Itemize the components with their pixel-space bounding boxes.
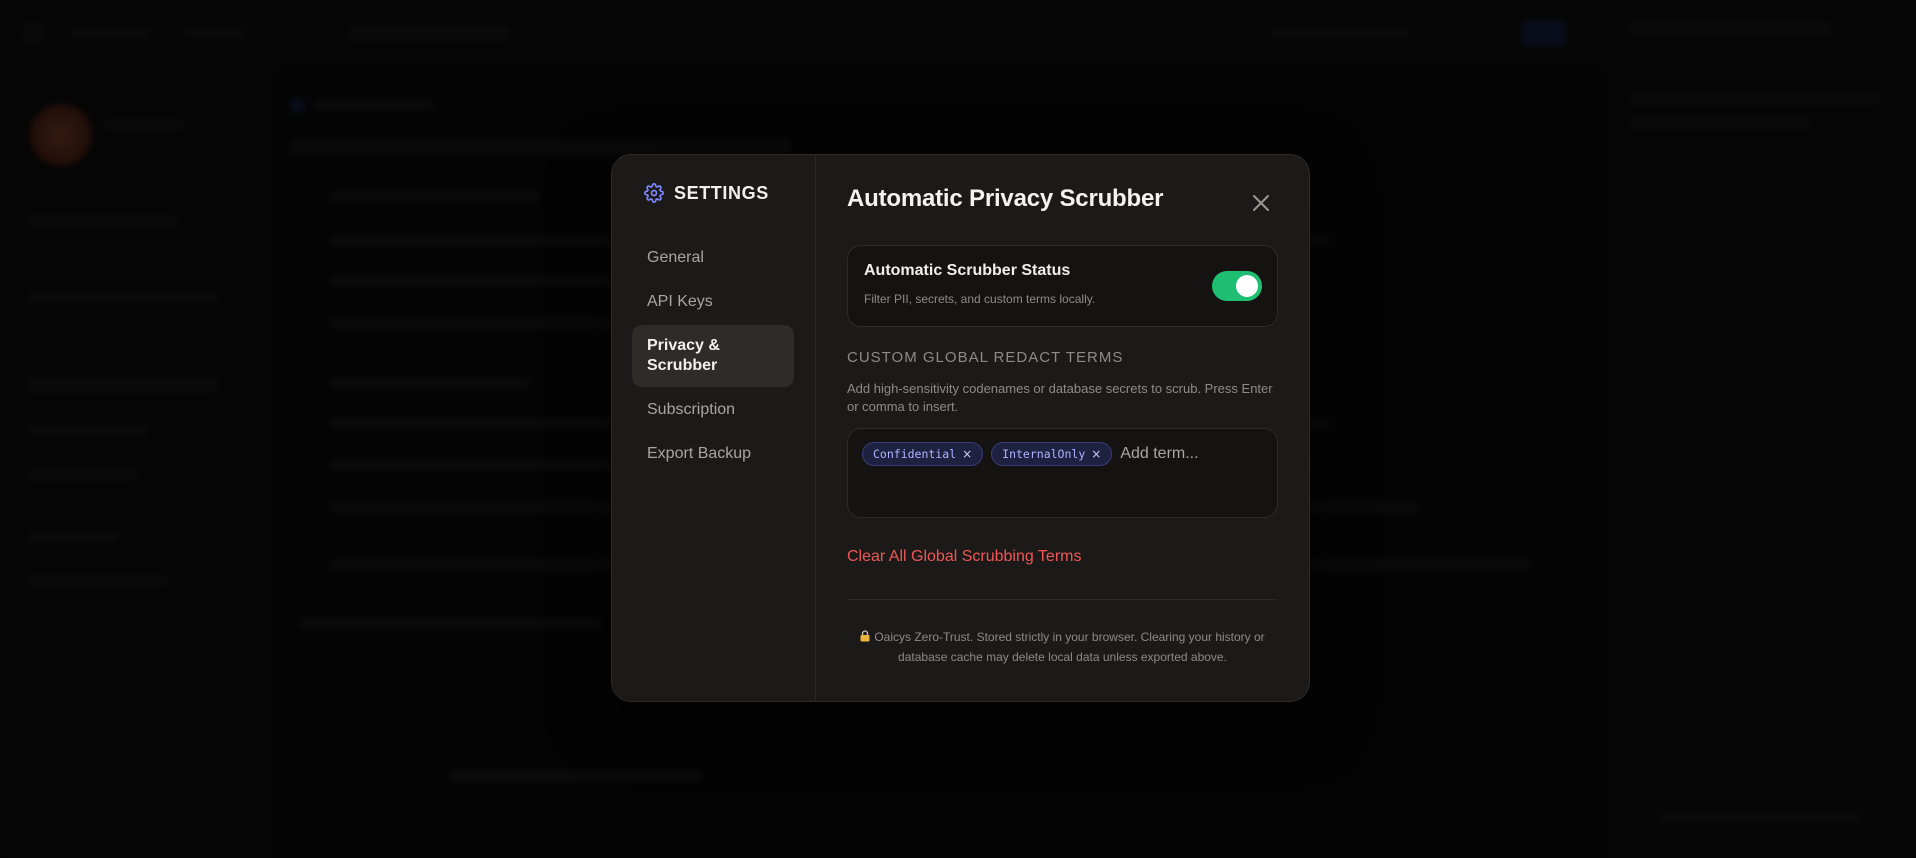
footer-text: Oaicys Zero-Trust. Stored strictly in yo… (874, 630, 1265, 664)
add-term-input[interactable] (1120, 442, 1241, 466)
redact-terms-box[interactable]: Confidential × InternalOnly × (847, 428, 1278, 518)
settings-modal: SETTINGS General API Keys Privacy & Scru… (611, 154, 1310, 702)
term-chip-label: Confidential (873, 447, 957, 461)
settings-header: SETTINGS (644, 179, 795, 207)
settings-nav: General API Keys Privacy & Scrubber Subs… (632, 237, 795, 475)
term-chip: InternalOnly × (991, 442, 1113, 466)
gear-icon (644, 183, 664, 203)
scrubber-toggle[interactable] (1212, 271, 1262, 301)
nav-item-export-backup[interactable]: Export Backup (632, 433, 794, 475)
footer-note: Oaicys Zero-Trust. Stored strictly in yo… (847, 628, 1278, 667)
nav-item-subscription[interactable]: Subscription (632, 389, 794, 431)
settings-sidebar: SETTINGS General API Keys Privacy & Scru… (612, 155, 816, 701)
clear-all-terms-button[interactable]: Clear All Global Scrubbing Terms (847, 548, 1081, 566)
toggle-knob (1236, 275, 1258, 297)
panel-title: Automatic Privacy Scrubber (847, 185, 1164, 212)
privacy-scrubber-panel: Automatic Privacy Scrubber Automatic Scr… (816, 155, 1309, 701)
remove-term-button[interactable]: × (1091, 447, 1101, 461)
nav-item-privacy-scrubber[interactable]: Privacy & Scrubber (632, 325, 794, 387)
divider (847, 599, 1278, 600)
term-chip-label: InternalOnly (1002, 447, 1086, 461)
status-title: Automatic Scrubber Status (864, 262, 1071, 279)
status-subtitle: Filter PII, secrets, and custom terms lo… (864, 292, 1096, 306)
redact-terms-description: Add high-sensitivity codenames or databa… (847, 381, 1273, 414)
scrubber-status-card: Automatic Scrubber Status Filter PII, se… (847, 245, 1278, 327)
settings-title: SETTINGS (674, 182, 769, 203)
nav-item-api-keys[interactable]: API Keys (632, 281, 794, 323)
remove-term-button[interactable]: × (962, 447, 972, 461)
close-icon[interactable] (1249, 191, 1273, 215)
lock-icon (860, 629, 870, 648)
redact-terms-label: CUSTOM GLOBAL REDACT TERMS (847, 349, 1124, 366)
nav-item-general[interactable]: General (632, 237, 794, 279)
term-chip: Confidential × (862, 442, 984, 466)
